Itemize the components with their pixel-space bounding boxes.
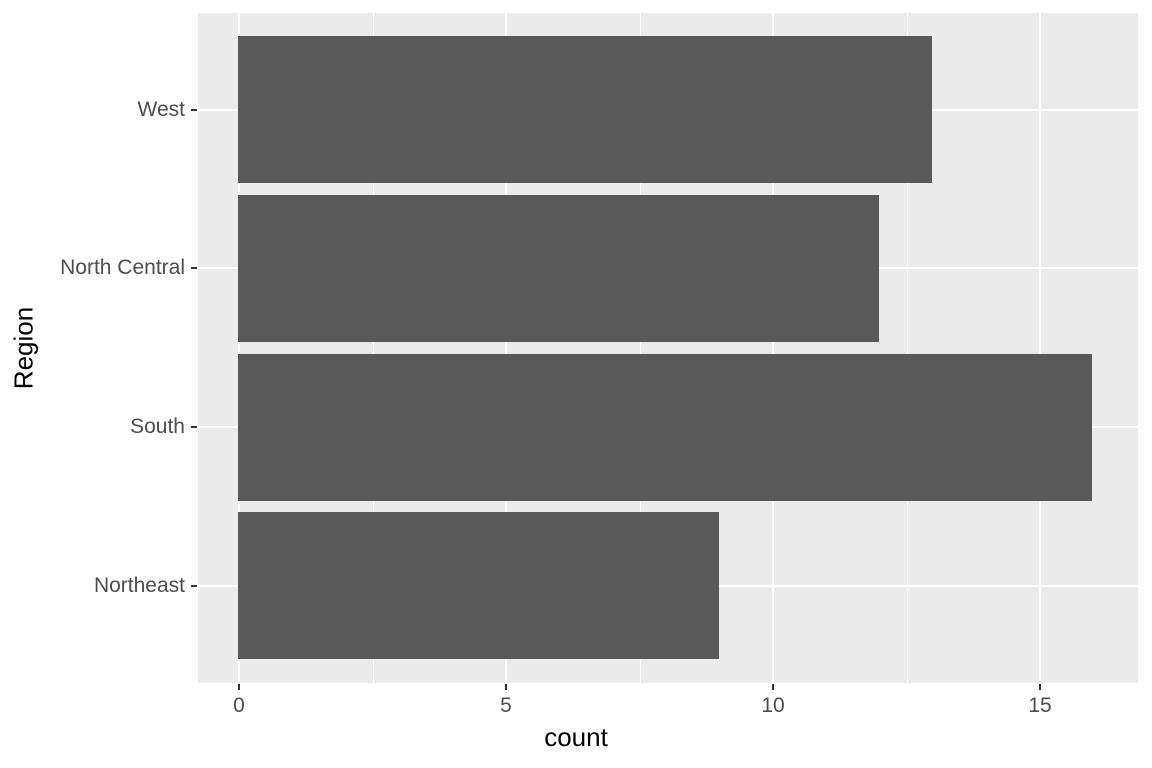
- tick-label-x-5: 5: [500, 694, 512, 717]
- tick-label-y-northeast: Northeast: [93, 574, 185, 597]
- tick-mark-y-west: [191, 109, 197, 111]
- bar-south: [238, 354, 1092, 501]
- tick-label-x-0: 0: [233, 694, 245, 717]
- y-axis-title: Region: [8, 306, 39, 390]
- bar-chart: 0 5 10 15 West North Central South North…: [0, 0, 1152, 768]
- tick-mark-x-5: [505, 684, 507, 690]
- gridline-major-x-15: [1039, 13, 1041, 683]
- tick-label-x-10: 10: [761, 694, 785, 717]
- bar-north-central: [238, 195, 879, 342]
- tick-mark-y-north-central: [191, 267, 197, 269]
- tick-mark-y-northeast: [191, 585, 197, 587]
- tick-mark-x-10: [772, 684, 774, 690]
- tick-mark-x-15: [1039, 684, 1041, 690]
- tick-mark-y-south: [191, 426, 197, 428]
- tick-mark-x-0: [238, 684, 240, 690]
- plot-panel: [198, 13, 1138, 683]
- tick-label-y-north-central: North Central: [60, 256, 185, 279]
- bar-northeast: [238, 512, 719, 659]
- bar-west: [238, 36, 932, 183]
- tick-label-x-15: 15: [1028, 694, 1052, 717]
- tick-label-y-south: South: [130, 415, 185, 438]
- tick-label-y-west: West: [137, 98, 185, 121]
- x-axis-title: count: [544, 722, 608, 752]
- y-axis-title-wrapper: Region: [9, 307, 40, 389]
